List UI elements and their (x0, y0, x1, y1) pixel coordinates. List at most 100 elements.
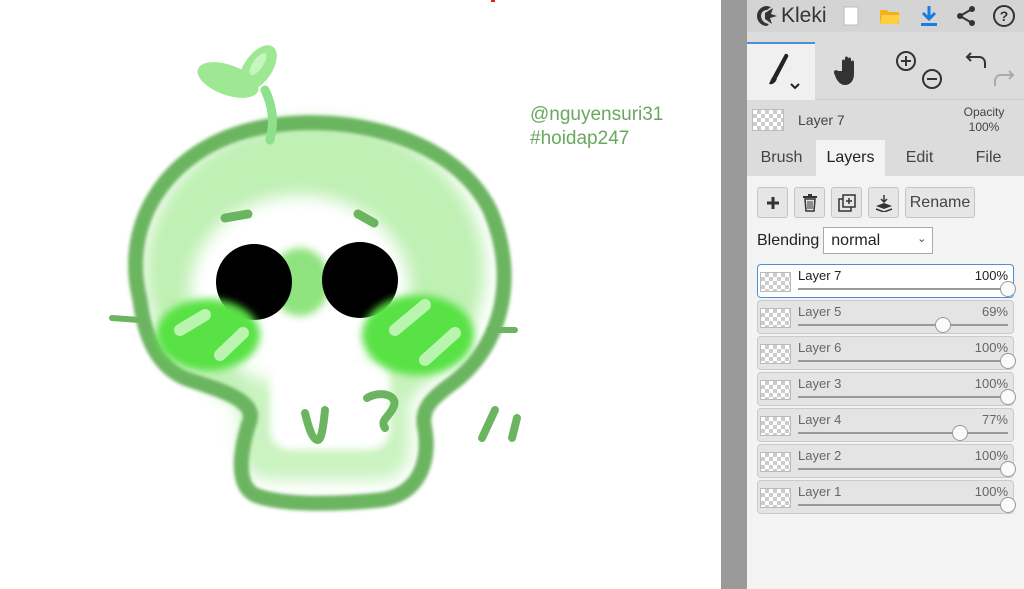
tab-layers[interactable]: Layers (816, 140, 885, 176)
layer-list: Layer 7 100% Layer 5 69% Layer 6 100% Layer 3 1… (757, 264, 1016, 516)
blending-value: normal (831, 231, 881, 249)
layer-thumbnail (760, 380, 791, 400)
layer-opacity: 69% (981, 304, 1008, 319)
opacity-slider-track[interactable] (798, 324, 1008, 326)
duplicate-layer-button[interactable] (831, 187, 862, 218)
side-panel: Kleki ? Layer 7 Opacity 100% Brush Layer… (747, 0, 1024, 589)
app-name: Kleki (781, 4, 827, 27)
layer-row[interactable]: Layer 6 100% (757, 336, 1016, 370)
layer-row[interactable]: Layer 5 69% (757, 300, 1014, 334)
layer-row[interactable]: Layer 1 100% (757, 480, 1016, 514)
kleki-logo[interactable]: Kleki (747, 0, 827, 32)
layer-name: Layer 7 (798, 268, 842, 283)
download-button[interactable] (913, 0, 945, 32)
undo-icon[interactable] (965, 50, 987, 72)
opacity-label: Opacity (963, 105, 1005, 119)
layer-opacity: 77% (981, 412, 1008, 427)
add-layer-button[interactable] (757, 187, 788, 218)
layers-tab-content: Rename Blending normal ⌄ Layer 7 100% Laye… (747, 176, 1024, 589)
merge-down-icon (875, 194, 892, 212)
hand-tool-icon (834, 56, 854, 85)
zoom-controls (887, 42, 947, 100)
layer-thumbnail (760, 416, 791, 436)
zoom-in-icon[interactable] (895, 50, 917, 72)
layer-row[interactable]: Layer 3 100% (757, 372, 1016, 406)
kleki-app: @nguyensuri31 #hoidap247 Kleki ? Layer 7… (0, 0, 1024, 589)
layer-thumbnail (760, 272, 791, 292)
opacity-value: 100% (968, 120, 1000, 134)
layer-row[interactable]: Layer 4 77% (757, 408, 1014, 442)
opacity-slider-handle[interactable] (934, 317, 951, 333)
layer-thumbnail (760, 308, 791, 328)
tab-file[interactable]: File (954, 140, 1023, 176)
add-layer-icon (766, 196, 779, 209)
layer-opacity: 100% (974, 484, 1008, 499)
cursor-mark (491, 0, 495, 2)
zoom-out-icon[interactable] (921, 68, 943, 90)
opacity-slider-track[interactable] (798, 468, 1008, 470)
share-button[interactable] (950, 0, 982, 32)
download-icon (921, 6, 937, 26)
blending-select[interactable]: normal ⌄ (823, 227, 934, 254)
new-image-icon (843, 6, 859, 26)
layer-opacity: 100% (974, 340, 1008, 355)
opacity-slider-handle[interactable] (1000, 461, 1016, 477)
opacity-slider-handle[interactable] (1000, 389, 1016, 405)
layer-thumbnail (760, 452, 791, 472)
layer-opacity: 100% (974, 268, 1008, 283)
tool-row (747, 42, 1024, 100)
blending-label: Blending (757, 231, 820, 249)
layer-name: Layer 4 (798, 412, 842, 427)
rename-layer-button[interactable]: Rename (905, 187, 975, 218)
opacity-slider-track[interactable] (798, 396, 1008, 398)
layer-name: Layer 5 (798, 304, 842, 319)
skull-drawing (109, 45, 521, 511)
delete-layer-icon (802, 193, 817, 212)
layer-action-bar: Rename (757, 187, 975, 218)
delete-layer-button[interactable] (794, 187, 825, 218)
top-bar: Kleki ? (747, 0, 1024, 32)
layer-name: Layer 1 (798, 484, 842, 499)
opacity-slider-handle[interactable] (951, 425, 968, 441)
hand-tool-button[interactable] (815, 42, 883, 100)
current-layer-thumbnail (752, 109, 784, 131)
opacity-slider-handle[interactable] (1000, 281, 1016, 297)
brush-tool-button[interactable] (747, 42, 815, 100)
panel-divider (721, 0, 747, 589)
help-button[interactable]: ? (988, 0, 1020, 32)
opacity-slider-handle[interactable] (1000, 353, 1016, 369)
new-image-button[interactable] (835, 0, 867, 32)
duplicate-layer-icon (837, 193, 856, 212)
blending-row: Blending normal ⌄ (757, 227, 934, 254)
brush-tool-icon (769, 53, 800, 90)
layer-row[interactable]: Layer 7 100% (757, 264, 1016, 298)
open-button[interactable] (874, 0, 906, 32)
redo-icon[interactable] (993, 68, 1015, 90)
opacity-slider-track[interactable] (798, 360, 1008, 362)
layer-thumbnail (760, 344, 791, 364)
layer-opacity: 100% (974, 448, 1008, 463)
undo-redo-controls (955, 42, 1024, 100)
drawing-canvas[interactable]: @nguyensuri31 #hoidap247 (0, 0, 721, 589)
layer-thumbnail (760, 488, 791, 508)
layer-opacity: 100% (974, 376, 1008, 391)
tab-edit[interactable]: Edit (885, 140, 954, 176)
opacity-slider-track[interactable] (798, 432, 1008, 434)
opacity-slider-handle[interactable] (1000, 497, 1016, 513)
kleki-logo-icon (757, 6, 777, 26)
merge-down-button[interactable] (868, 187, 899, 218)
current-layer-name: Layer 7 (798, 112, 845, 128)
current-layer-header: Layer 7 Opacity 100% (747, 101, 1024, 139)
svg-text:?: ? (1000, 8, 1009, 24)
help-icon: ? (993, 5, 1015, 27)
layer-row[interactable]: Layer 2 100% (757, 444, 1016, 478)
watermark-username: @nguyensuri31 (530, 104, 664, 125)
tab-brush[interactable]: Brush (747, 140, 816, 176)
watermark-hashtag: #hoidap247 (530, 128, 630, 149)
opacity-slider-track[interactable] (798, 504, 1008, 506)
layer-name: Layer 3 (798, 376, 842, 391)
layer-name: Layer 2 (798, 448, 842, 463)
open-folder-icon (880, 10, 900, 24)
opacity-slider-track[interactable] (798, 288, 1008, 290)
layer-name: Layer 6 (798, 340, 842, 355)
